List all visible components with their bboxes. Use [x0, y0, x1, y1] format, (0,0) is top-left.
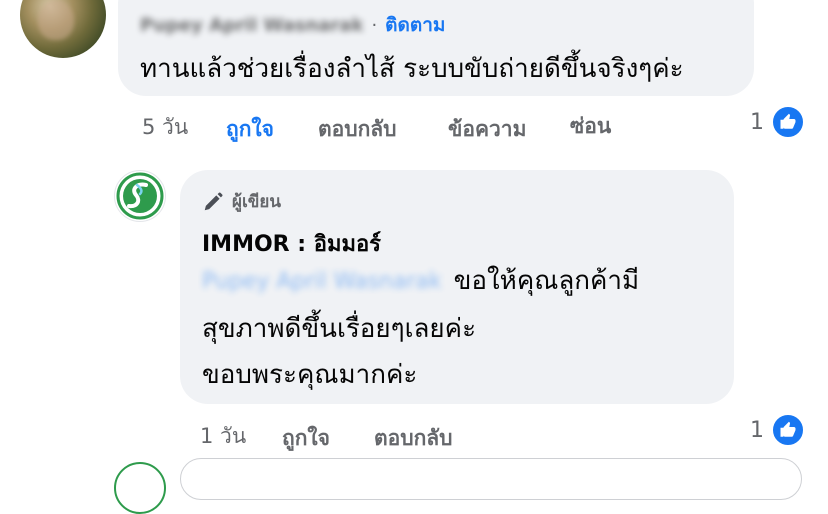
reply-bubble: ผู้เขียน IMMOR : อิมมอร์ Pupey April Was… [180, 170, 734, 404]
separator-dot: · [371, 14, 378, 36]
reply-time[interactable]: 1 วัน [200, 420, 246, 453]
thumbs-up-icon [780, 421, 796, 437]
author-badge: ผู้เขียน [202, 188, 281, 215]
reply-author-name[interactable]: IMMOR : อิมมอร์ [202, 226, 381, 261]
like-reaction-badge[interactable] [771, 105, 805, 139]
reply-reaction-count[interactable]: 1 [750, 418, 764, 443]
comment-time[interactable]: 5 วัน [142, 111, 188, 144]
reply-text-line-2: สุขภาพดีขึ้นเรื่อยๆเลยค่ะ [202, 314, 477, 344]
comment-bubble: Pupey April Wasnarak · ติดตาม ทานแล้วช่ว… [118, 0, 754, 96]
brand-avatar[interactable] [114, 170, 166, 222]
reply-input-box[interactable] [180, 458, 802, 500]
mention-tag[interactable]: Pupey April Wasnarak [202, 269, 442, 294]
reply-text-line-1: ขอให้คุณลูกค้ามี [453, 266, 640, 296]
follow-link[interactable]: ติดตาม [385, 10, 445, 40]
leaf-s-logo-icon [116, 172, 164, 220]
reply-action[interactable]: ตอบกลับ [318, 113, 397, 146]
message-action[interactable]: ข้อความ [448, 113, 526, 146]
comment-header: Pupey April Wasnarak · ติดตาม [140, 10, 445, 40]
reaction-count[interactable]: 1 [750, 110, 764, 135]
reply-like-action[interactable]: ถูกใจ [282, 422, 330, 455]
pen-icon [204, 191, 223, 210]
hide-action[interactable]: ซ่อน [570, 110, 611, 143]
reply-text-line-3: ขอบพระคุณมากค่ะ [202, 360, 418, 390]
like-action-liked[interactable]: ถูกใจ [226, 113, 274, 146]
author-badge-label: ผู้เขียน [232, 192, 281, 212]
reply-reply-action[interactable]: ตอบกลับ [374, 422, 453, 455]
reply-line-1: Pupey April Wasnarak ขอให้คุณลูกค้ามี [202, 264, 639, 298]
comment-text: ทานแล้วช่วยเรื่องลำไส้ ระบบขับถ่ายดีขึ้น… [140, 54, 684, 84]
reply-like-reaction-badge[interactable] [771, 413, 805, 447]
commenter-name[interactable]: Pupey April Wasnarak [140, 15, 363, 36]
thumbs-up-icon [780, 113, 796, 129]
commenter-avatar[interactable] [20, 0, 106, 58]
next-brand-avatar[interactable] [114, 462, 166, 514]
